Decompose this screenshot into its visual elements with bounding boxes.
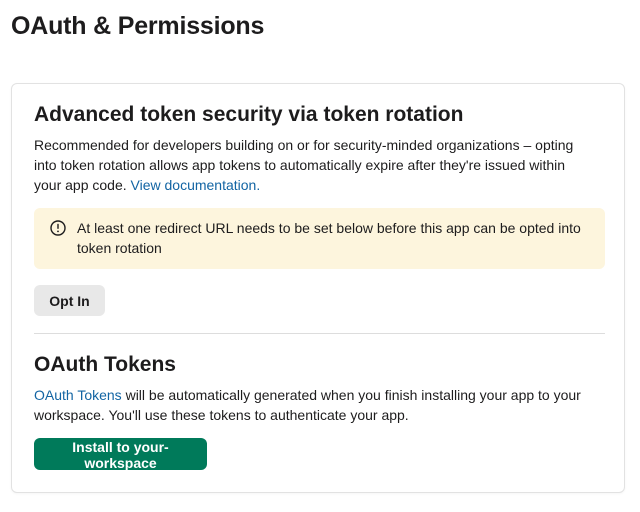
redirect-url-warning: At least one redirect URL needs to be se…	[34, 208, 605, 269]
section-divider	[34, 333, 605, 334]
oauth-tokens-link[interactable]: OAuth Tokens	[34, 387, 122, 403]
token-rotation-description-text: Recommended for developers building on o…	[34, 137, 574, 193]
view-documentation-link[interactable]: View documentation.	[131, 177, 261, 193]
settings-card: Advanced token security via token rotati…	[11, 83, 625, 493]
install-to-workspace-button[interactable]: Install to your-workspace	[34, 438, 207, 471]
oauth-tokens-description: OAuth Tokens will be automatically gener…	[34, 385, 594, 425]
oauth-tokens-heading: OAuth Tokens	[34, 353, 176, 376]
token-rotation-heading: Advanced token security via token rotati…	[34, 103, 464, 126]
opt-in-button[interactable]: Opt In	[34, 285, 105, 316]
page-title: OAuth & Permissions	[11, 12, 265, 40]
token-rotation-description: Recommended for developers building on o…	[34, 135, 594, 195]
warning-text: At least one redirect URL needs to be se…	[77, 220, 581, 256]
warning-circle-icon	[50, 220, 66, 236]
